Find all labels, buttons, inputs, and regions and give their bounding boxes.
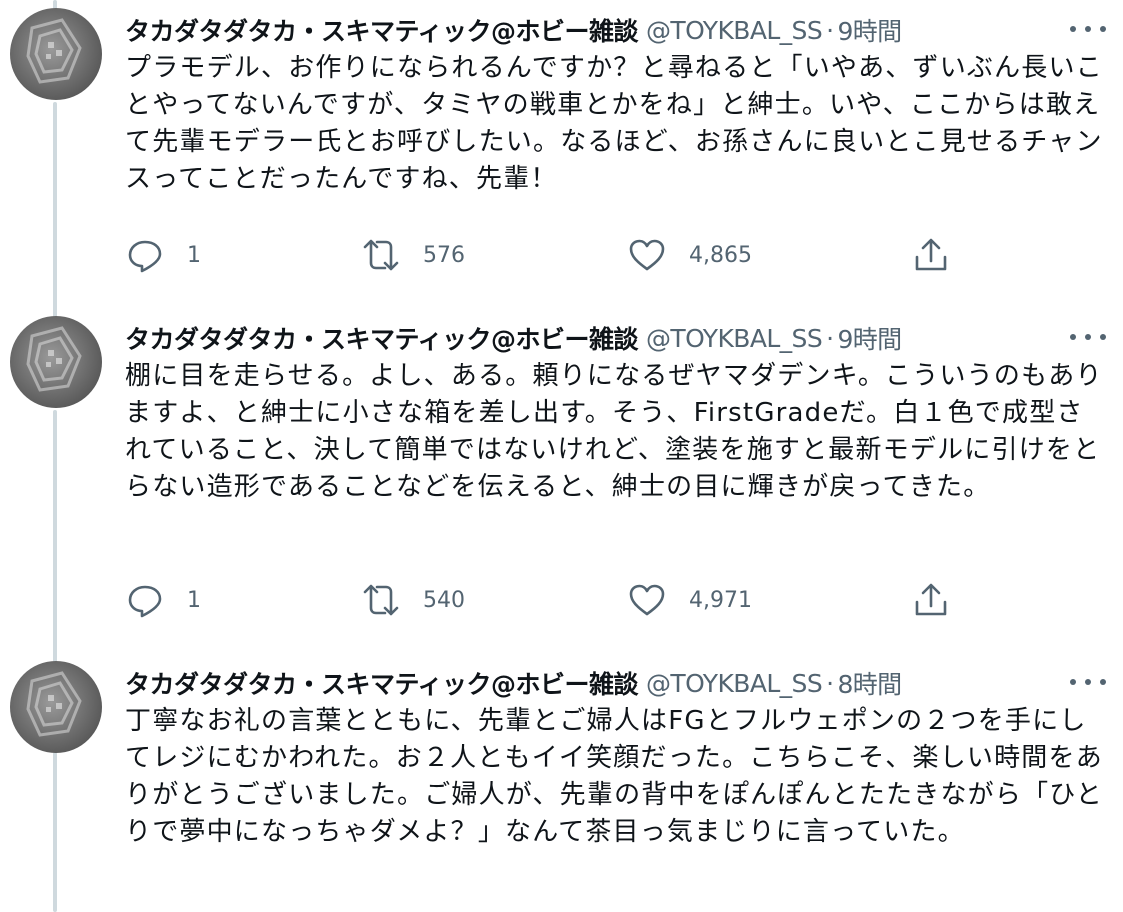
share-button[interactable]	[911, 580, 951, 620]
timestamp[interactable]: 9時間	[837, 320, 902, 356]
display-name[interactable]: タカダタダタカ・スキマティック@ホビー雑談	[125, 320, 639, 356]
thread-line	[53, 752, 57, 912]
thread-line	[53, 102, 57, 320]
tweet-header: タカダタダタカ・スキマティック@ホビー雑談 @TOYKBAL_SS · 8時間	[125, 663, 902, 703]
tweet-header: タカダタダタカ・スキマティック@ホビー雑談 @TOYKBAL_SS · 9時間	[125, 10, 902, 50]
retweet-button[interactable]: 540	[361, 580, 465, 620]
more-icon[interactable]	[1070, 675, 1106, 689]
handle[interactable]: @TOYKBAL_SS	[646, 16, 823, 45]
reply-icon	[128, 240, 162, 273]
like-button[interactable]: 4,971	[627, 580, 752, 620]
separator: ·	[826, 668, 834, 698]
tweet-actions: 1 576 4,865	[125, 235, 955, 275]
reply-icon	[128, 585, 162, 618]
retweet-icon	[363, 584, 399, 616]
more-icon[interactable]	[1070, 22, 1106, 36]
handle[interactable]: @TOYKBAL_SS	[646, 324, 823, 353]
like-count: 4,865	[689, 242, 752, 268]
like-count: 4,971	[689, 587, 752, 613]
retweet-count: 540	[423, 587, 465, 613]
heart-icon	[629, 239, 665, 271]
separator: ·	[826, 15, 834, 45]
like-button[interactable]: 4,865	[627, 235, 752, 275]
retweet-button[interactable]: 576	[361, 235, 465, 275]
tweet-actions: 1 540 4,971	[125, 580, 955, 620]
separator: ·	[826, 323, 834, 353]
tweet-header: タカダタダタカ・スキマティック@ホビー雑談 @TOYKBAL_SS · 9時間	[125, 318, 902, 358]
tweet-text: 棚に目を走らせる。よし、ある。頼りになるぜヤマダデンキ。こういうのもありますよ、…	[125, 361, 1103, 502]
more-icon[interactable]	[1070, 330, 1106, 344]
avatar[interactable]	[10, 316, 102, 408]
share-icon	[915, 583, 947, 616]
heart-icon	[629, 584, 665, 616]
reply-button[interactable]: 1	[125, 580, 201, 620]
retweet-count: 576	[423, 242, 465, 268]
retweet-icon	[363, 239, 399, 271]
display-name[interactable]: タカダタダタカ・スキマティック@ホビー雑談	[125, 665, 639, 701]
tweet-text: 丁寧なお礼の言葉とともに、先輩とご婦人はFGとフルウェポンの２つを手にしてレジに…	[125, 706, 1103, 847]
timestamp[interactable]: 9時間	[837, 12, 902, 48]
thread-line	[53, 410, 57, 666]
handle[interactable]: @TOYKBAL_SS	[646, 669, 823, 698]
reply-count: 1	[187, 242, 201, 268]
tweet-text: プラモデル、お作りになられるんですか？と尋ねると「いやあ、ずいぶん長いことやって…	[125, 53, 1103, 194]
timestamp[interactable]: 8時間	[837, 665, 902, 701]
share-icon	[915, 238, 947, 271]
avatar[interactable]	[10, 661, 102, 753]
reply-count: 1	[187, 587, 201, 613]
display-name[interactable]: タカダタダタカ・スキマティック@ホビー雑談	[125, 12, 639, 48]
reply-button[interactable]: 1	[125, 235, 201, 275]
share-button[interactable]	[911, 235, 951, 275]
avatar[interactable]	[10, 8, 102, 100]
